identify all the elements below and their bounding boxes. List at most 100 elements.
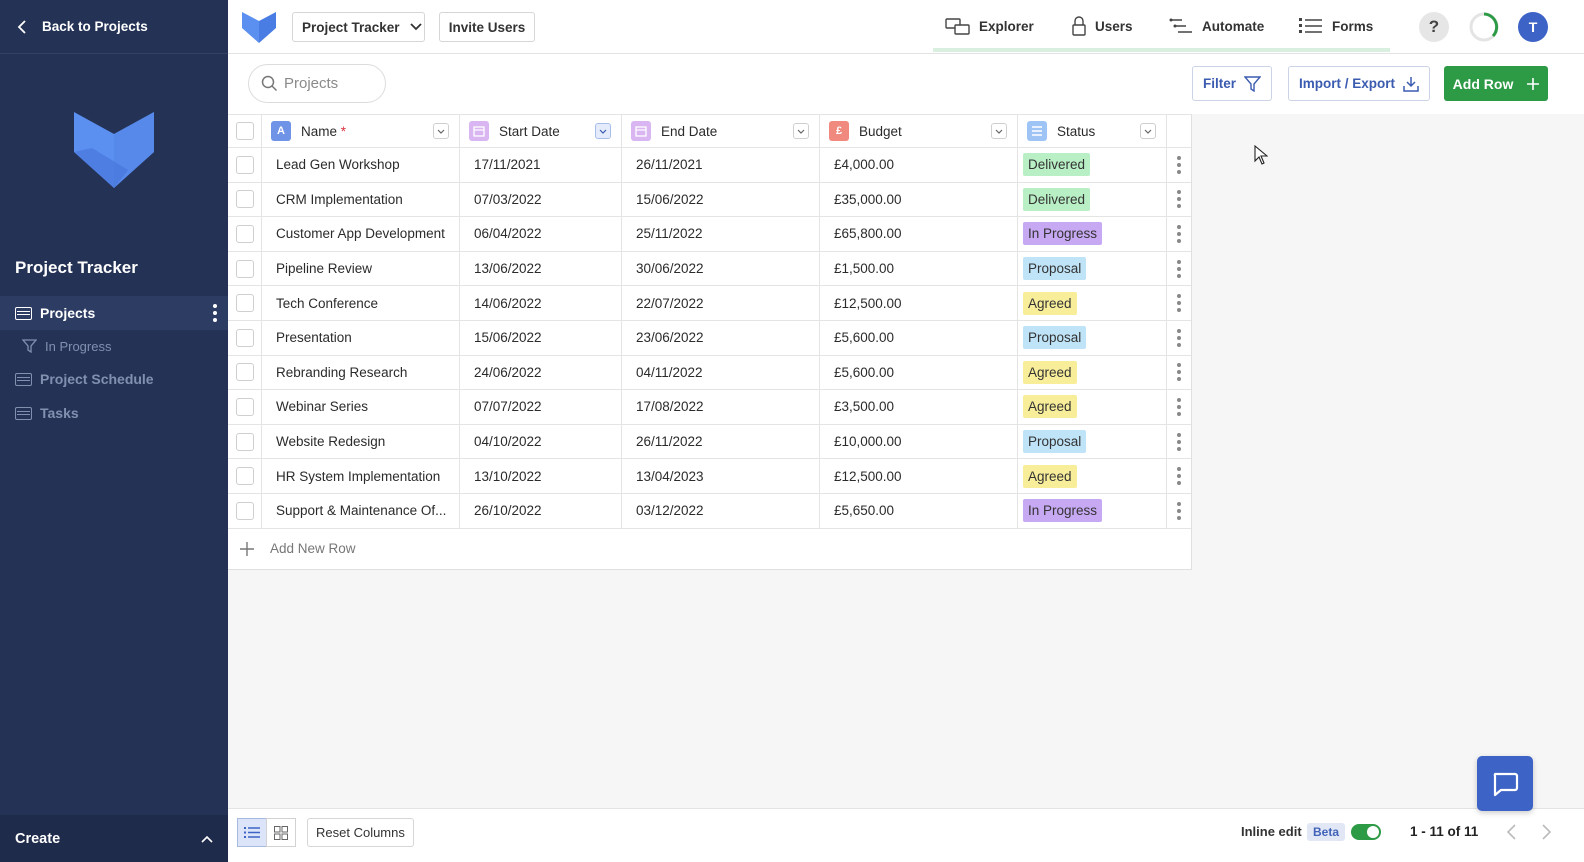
cell-end-date[interactable]: 26/11/2021 [622,148,820,182]
cell-status[interactable]: Proposal [1018,320,1167,355]
cell-end-date[interactable]: 25/11/2022 [622,217,820,251]
cell-start-date[interactable]: 26/10/2022 [460,493,622,528]
sidebar-item-tasks[interactable]: Tasks [0,396,228,430]
cell-status[interactable]: In Progress [1018,493,1167,528]
table-row[interactable]: Pipeline Review 13/06/2022 30/06/2022 £1… [228,251,1191,287]
cell-end-date[interactable]: 30/06/2022 [622,251,820,286]
table-row[interactable]: Website Redesign 04/10/2022 26/11/2022 £… [228,424,1191,460]
column-header-name[interactable]: A Name * [262,115,460,147]
grid-view-button[interactable] [266,818,296,847]
create-button[interactable]: Create [0,815,228,862]
cell-start-date[interactable]: 24/06/2022 [460,355,622,390]
cell-name[interactable]: Pipeline Review [262,251,460,286]
cell-budget[interactable]: £5,650.00 [820,493,1018,528]
nav-forms[interactable]: Forms [1298,0,1373,52]
row-checkbox[interactable] [235,294,254,313]
row-more-icon[interactable] [1177,155,1181,174]
row-checkbox[interactable] [235,363,254,382]
column-menu-button[interactable] [433,123,449,139]
cell-name[interactable]: Rebranding Research [262,355,460,390]
cell-status[interactable]: Agreed [1018,355,1167,390]
cell-end-date[interactable]: 04/11/2022 [622,355,820,390]
cell-end-date[interactable]: 17/08/2022 [622,390,820,424]
row-more-icon[interactable] [1177,432,1181,451]
avatar[interactable]: T [1518,12,1548,42]
chat-button[interactable] [1477,756,1533,811]
row-more-icon[interactable] [1177,190,1181,209]
row-checkbox[interactable] [235,155,254,174]
cell-start-date[interactable]: 13/10/2022 [460,459,622,493]
cell-name[interactable]: CRM Implementation [262,182,460,217]
help-button[interactable]: ? [1419,12,1449,42]
cell-start-date[interactable]: 06/04/2022 [460,217,622,251]
previous-page-icon[interactable] [1504,823,1520,841]
cell-start-date[interactable]: 15/06/2022 [460,320,622,355]
invite-users-button[interactable]: Invite Users [439,12,535,42]
column-menu-button[interactable] [793,123,809,139]
table-row[interactable]: Support & Maintenance Of... 26/10/2022 0… [228,493,1191,529]
row-checkbox[interactable] [235,467,254,486]
table-row[interactable]: Webinar Series 07/07/2022 17/08/2022 £3,… [228,390,1191,425]
cell-name[interactable]: HR System Implementation [262,459,460,493]
table-row[interactable]: Lead Gen Workshop 17/11/2021 26/11/2021 … [228,148,1191,183]
add-row-button[interactable]: Add Row [1444,66,1548,101]
column-header-end-date[interactable]: End Date [622,115,820,147]
nav-users[interactable]: Users [1071,0,1133,52]
cell-budget[interactable]: £4,000.00 [820,148,1018,182]
cell-end-date[interactable]: 03/12/2022 [622,493,820,528]
column-header-budget[interactable]: £ Budget [820,115,1018,147]
cell-start-date[interactable]: 07/07/2022 [460,390,622,424]
row-more-icon[interactable] [1177,363,1181,382]
nav-automate[interactable]: Automate [1168,0,1264,52]
column-menu-button[interactable] [1140,123,1156,139]
search-input[interactable] [284,75,380,92]
table-row[interactable]: Rebranding Research 24/06/2022 04/11/202… [228,355,1191,391]
column-header-start-date[interactable]: Start Date [460,115,622,147]
row-checkbox[interactable] [235,328,254,347]
table-row[interactable]: Presentation 15/06/2022 23/06/2022 £5,60… [228,320,1191,356]
nav-explorer[interactable]: Explorer [945,0,1034,52]
sidebar-item-projects[interactable]: Projects [0,296,228,330]
sidebar-item-project-schedule[interactable]: Project Schedule [0,362,228,396]
filter-button[interactable]: Filter [1192,66,1273,101]
cell-status[interactable]: Agreed [1018,390,1167,424]
row-more-icon[interactable] [1177,259,1181,278]
cell-status[interactable]: Delivered [1018,182,1167,217]
cell-end-date[interactable]: 26/11/2022 [622,424,820,459]
app-select-dropdown[interactable]: Project Tracker [292,12,425,42]
cell-name[interactable]: Support & Maintenance Of... [262,493,460,528]
row-checkbox[interactable] [235,190,254,209]
import-export-button[interactable]: Import / Export [1288,66,1431,101]
cell-status[interactable]: Agreed [1018,459,1167,493]
more-options-icon[interactable] [212,304,218,322]
cell-budget[interactable]: £65,800.00 [820,217,1018,251]
cell-start-date[interactable]: 13/06/2022 [460,251,622,286]
cell-status[interactable]: Delivered [1018,148,1167,182]
row-checkbox[interactable] [235,224,254,243]
select-all-checkbox[interactable] [235,122,254,140]
cell-budget[interactable]: £10,000.00 [820,424,1018,459]
cell-status[interactable]: Agreed [1018,286,1167,320]
row-more-icon[interactable] [1177,397,1181,416]
cell-budget[interactable]: £3,500.00 [820,390,1018,424]
cell-start-date[interactable]: 04/10/2022 [460,424,622,459]
row-more-icon[interactable] [1177,224,1181,243]
cell-name[interactable]: Lead Gen Workshop [262,148,460,182]
column-menu-button[interactable] [595,123,611,139]
column-header-status[interactable]: Status [1018,115,1167,147]
cell-name[interactable]: Customer App Development [262,217,460,251]
row-checkbox[interactable] [235,397,254,416]
cell-budget[interactable]: £5,600.00 [820,355,1018,390]
next-page-icon[interactable] [1538,823,1554,841]
cell-name[interactable]: Presentation [262,320,460,355]
row-checkbox[interactable] [235,432,254,451]
cell-status[interactable]: Proposal [1018,251,1167,286]
row-checkbox[interactable] [235,259,254,278]
table-row[interactable]: CRM Implementation 07/03/2022 15/06/2022… [228,182,1191,218]
row-more-icon[interactable] [1177,467,1181,486]
cell-start-date[interactable]: 17/11/2021 [460,148,622,182]
cell-status[interactable]: Proposal [1018,424,1167,459]
row-more-icon[interactable] [1177,328,1181,347]
list-view-button[interactable] [237,818,267,847]
table-row[interactable]: Customer App Development 06/04/2022 25/1… [228,217,1191,252]
